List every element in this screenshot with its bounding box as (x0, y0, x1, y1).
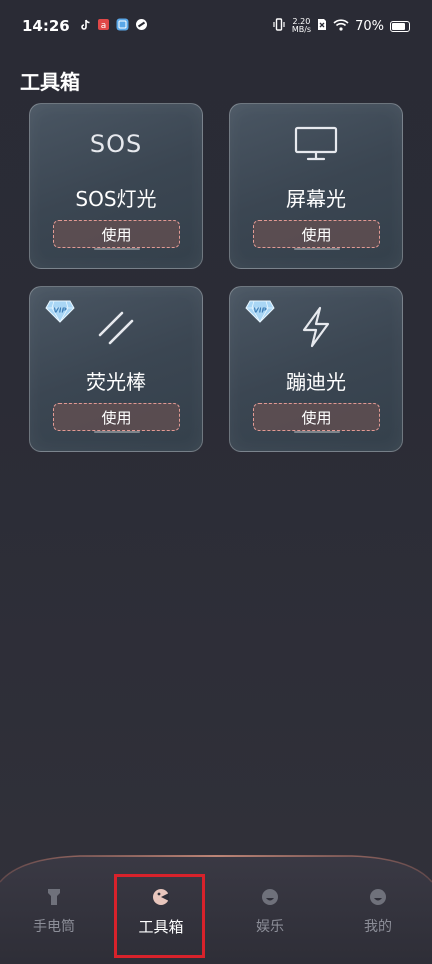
card-label: 屏幕光 (286, 187, 346, 211)
net-speed-unit: MB/s (291, 25, 312, 34)
battery-percent: 70% (355, 18, 384, 34)
use-button-screen-light[interactable]: 使用 (253, 220, 380, 250)
nav-label: 我的 (364, 919, 392, 935)
vip-diamond-icon: VIP (45, 300, 75, 323)
svg-text:a: a (100, 21, 106, 31)
status-left: 14:26 a (22, 17, 148, 35)
tiktok-notification-icon (80, 19, 91, 34)
net-speed: 2.20 MB/s (292, 18, 311, 34)
nav-label: 娱乐 (256, 919, 284, 935)
nav-label: 手电筒 (33, 919, 75, 935)
sos-icon: SOS (89, 130, 143, 158)
vip-diamond-icon: VIP (245, 300, 275, 323)
card-label: 蹦迪光 (286, 370, 346, 394)
svg-text:VIP: VIP (53, 307, 67, 315)
tool-card-disco-light[interactable]: VIP 蹦迪光 使用 (229, 286, 403, 452)
nav-item-entertainment[interactable]: 娱乐 (230, 888, 310, 948)
lightning-icon (292, 305, 340, 349)
store-notification-icon (116, 18, 129, 34)
highlight-box (114, 874, 205, 958)
monitor-icon (292, 122, 340, 166)
bottom-nav: 手电筒 工具箱 娱乐 我的 (0, 852, 432, 964)
sync-notification-icon (135, 18, 148, 34)
wifi-icon (333, 18, 349, 34)
tool-card-sos[interactable]: SOS SOS灯光 使用 (29, 103, 203, 269)
status-bar: 14:26 a 2.20 MB/s 70% (0, 0, 432, 52)
nav-item-flashlight[interactable]: 手电筒 (14, 888, 94, 948)
page-title: 工具箱 (20, 70, 80, 94)
card-label: SOS灯光 (75, 187, 157, 211)
tool-card-screen-light[interactable]: 屏幕光 使用 (229, 103, 403, 269)
no-sim-icon (317, 18, 327, 34)
card-label: 荧光棒 (86, 370, 146, 394)
use-button-sos[interactable]: 使用 (53, 220, 180, 250)
tool-card-glow-stick[interactable]: VIP 荧光棒 使用 (29, 286, 203, 452)
use-button-disco-light[interactable]: 使用 (253, 403, 380, 433)
flashlight-icon (48, 889, 60, 905)
vibrate-icon (272, 18, 286, 34)
entertainment-icon (262, 889, 278, 905)
nav-item-profile[interactable]: 我的 (338, 888, 418, 948)
use-button-glow-stick[interactable]: 使用 (53, 403, 180, 433)
glow-stick-icon (92, 305, 140, 349)
battery-icon (390, 20, 410, 32)
svg-text:VIP: VIP (253, 307, 267, 315)
app-notification-icon: a (97, 18, 110, 34)
profile-icon (370, 889, 386, 905)
status-time: 14:26 (22, 17, 70, 35)
status-right: 2.20 MB/s 70% (272, 18, 410, 34)
